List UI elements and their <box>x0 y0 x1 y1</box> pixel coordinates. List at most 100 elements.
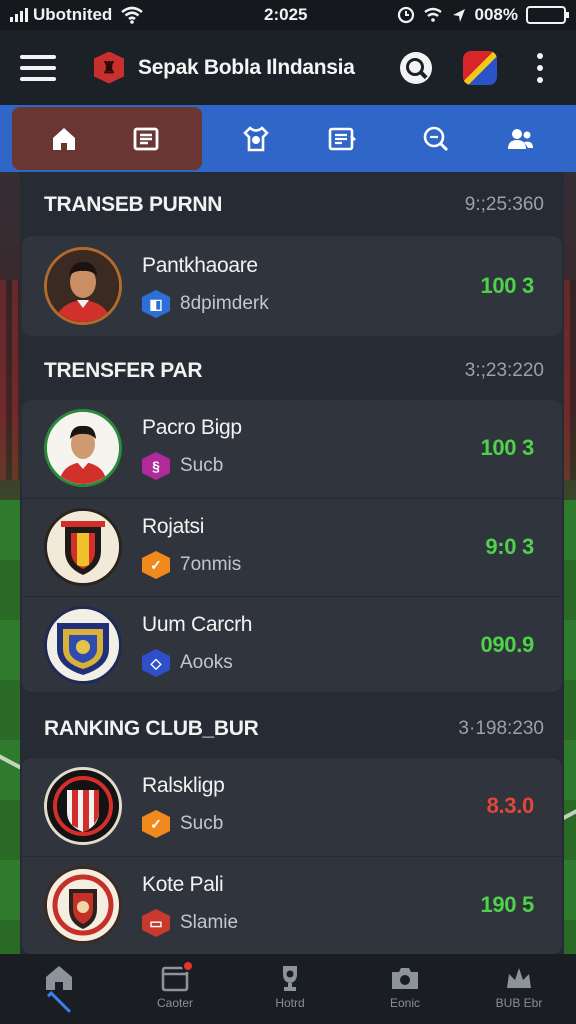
app-logo: ♜ <box>94 51 124 84</box>
section-time: 3:;23:220 <box>464 360 544 381</box>
club-crest <box>44 605 122 684</box>
club-info: ✓ 7onmis <box>142 551 241 579</box>
news-icon <box>133 127 159 151</box>
section-time: 3·198:230 <box>458 718 544 739</box>
active-tab-highlight <box>12 107 202 170</box>
club-info: § Sucb <box>142 452 223 480</box>
trophy-icon <box>283 966 297 991</box>
alarm-icon <box>397 6 414 24</box>
nav-label: Caoter <box>156 996 194 1010</box>
tab-teams[interactable] <box>238 121 274 157</box>
club-name: Slamie <box>180 912 239 933</box>
tab-home[interactable] <box>46 121 82 157</box>
player-name: Pantkhaoare <box>142 254 258 277</box>
club-badge-icon: ◇ <box>142 649 170 677</box>
ranking-value: 190 5 <box>480 891 534 917</box>
nav-calendar[interactable]: Caoter <box>130 960 220 1022</box>
transfer-card: Pacro Bigp § Sucb 100 3 Rojatsi ✓ 7onmis… <box>22 400 562 692</box>
player-avatar <box>44 247 122 325</box>
club-name-title: Uum Carcrh <box>142 613 253 636</box>
club-badge-icon: ▭ <box>142 909 170 937</box>
section-header: RANKING CLUB_BUR 3·198:230 <box>44 714 544 744</box>
club-info: ✓ Sucb <box>142 810 223 838</box>
list-item[interactable]: Rojatsi ✓ 7onmis 9:0 3 <box>22 498 562 594</box>
list-item[interactable]: Kote Pali ▭ Slamie 190 5 <box>22 856 562 952</box>
transfer-value: 100 3 <box>480 435 534 460</box>
ranking-card: Ralskligp ✓ Sucb 8.3.0 Kote Pali ▭ Slami… <box>22 758 562 954</box>
carrier-name: Ubotnited <box>33 5 113 24</box>
tab-search[interactable] <box>418 121 454 157</box>
nav-hotrd[interactable]: Hotrd <box>245 962 335 1022</box>
section-time: 9:;25:360 <box>464 194 544 215</box>
notification-badge <box>182 960 194 972</box>
nav-bub-ebr[interactable]: BUB Ebr <box>474 962 564 1022</box>
status-bar: Ubotnited 2:025 008% <box>0 0 576 30</box>
clock: 2:025 <box>264 5 308 24</box>
nav-label: BUB Ebr <box>495 996 543 1010</box>
app-header: ♜ Sepak Bobla Ilndansia <box>0 30 576 105</box>
home-icon <box>53 128 75 150</box>
battery-icon <box>526 6 569 24</box>
club-badge-icon: § <box>142 452 170 480</box>
camera-icon <box>392 968 418 989</box>
section-title: RANKING CLUB_BUR <box>44 717 259 740</box>
list-item[interactable]: Uum Carcrh ◇ Aooks 090.9 <box>22 596 562 692</box>
flag-icon[interactable] <box>463 51 497 85</box>
menu-icon[interactable] <box>20 54 56 81</box>
club-info: ◇ Aooks <box>142 649 233 677</box>
transfer-value: 090.9 <box>480 631 534 657</box>
nav-label: Eonic <box>389 996 421 1010</box>
active-indicator <box>46 990 72 1016</box>
chat-search-icon <box>423 126 449 152</box>
nav-home[interactable] <box>14 962 104 1022</box>
club-info: ◧ 8dpimderk <box>142 290 269 318</box>
club-badge-icon: ✓ <box>142 551 170 579</box>
section-header: TRANSEB PURNN 9:;25:360 <box>44 190 544 220</box>
club-badge-icon: ◧ <box>142 290 170 318</box>
wifi-small-icon <box>423 7 442 22</box>
club-crest <box>44 767 122 845</box>
nav-label: Hotrd <box>275 996 305 1010</box>
transfer-value: 100 3 <box>480 273 534 298</box>
users-icon <box>508 129 533 149</box>
section-title: TRENSFER PAR <box>44 359 203 382</box>
app-title: Sepak Bobla Ilndansia <box>138 55 355 79</box>
tab-profile[interactable] <box>502 121 538 157</box>
home-icon <box>46 966 72 990</box>
crown-icon <box>507 968 531 988</box>
section-header: TRENSFER PAR 3:;23:220 <box>44 356 544 386</box>
list-item[interactable]: Pacro Bigp § Sucb 100 3 <box>22 400 562 496</box>
tab-transfers[interactable] <box>324 121 360 157</box>
location-icon <box>452 9 465 22</box>
club-name-title: Kote Pali <box>142 873 224 896</box>
list-item[interactable]: Pantkhaoare ◧ 8dpimderk 100 3 <box>22 238 562 334</box>
club-name-title: Rojatsi <box>142 515 205 538</box>
club-crest <box>44 865 122 944</box>
club-name: 7onmis <box>180 554 242 575</box>
ranking-value: 8.3.0 <box>486 793 535 818</box>
nav-eonic[interactable]: Eonic <box>360 962 450 1022</box>
club-name: 8dpimderk <box>180 293 269 314</box>
transfer-value: 9:0 3 <box>485 533 534 559</box>
club-name-title: Ralskligp <box>142 774 225 797</box>
club-name: Aooks <box>180 652 233 673</box>
wifi-icon <box>121 6 144 24</box>
battery-percent: 008% <box>474 5 518 24</box>
club-name: Sucb <box>180 455 224 476</box>
shirt-icon <box>243 126 269 152</box>
list-edit-icon <box>328 127 356 151</box>
transfer-card: Pantkhaoare ◧ 8dpimderk 100 3 <box>22 236 562 336</box>
club-crest <box>44 507 122 586</box>
club-info: ▭ Slamie <box>142 909 238 937</box>
tab-news[interactable] <box>128 121 164 157</box>
player-avatar <box>44 409 122 487</box>
section-title: TRANSEB PURNN <box>44 193 223 216</box>
club-badge-icon: ✓ <box>142 810 170 838</box>
player-name: Pacro Bigp <box>142 416 242 439</box>
bottom-navigation: Caoter Hotrd Eonic BUB Ebr <box>0 954 576 1024</box>
signal-icon <box>10 8 28 22</box>
club-name: Sucb <box>180 813 224 834</box>
more-options-icon[interactable] <box>536 53 544 83</box>
search-icon[interactable] <box>400 52 432 84</box>
list-item[interactable]: Ralskligp ✓ Sucb 8.3.0 <box>22 758 562 854</box>
